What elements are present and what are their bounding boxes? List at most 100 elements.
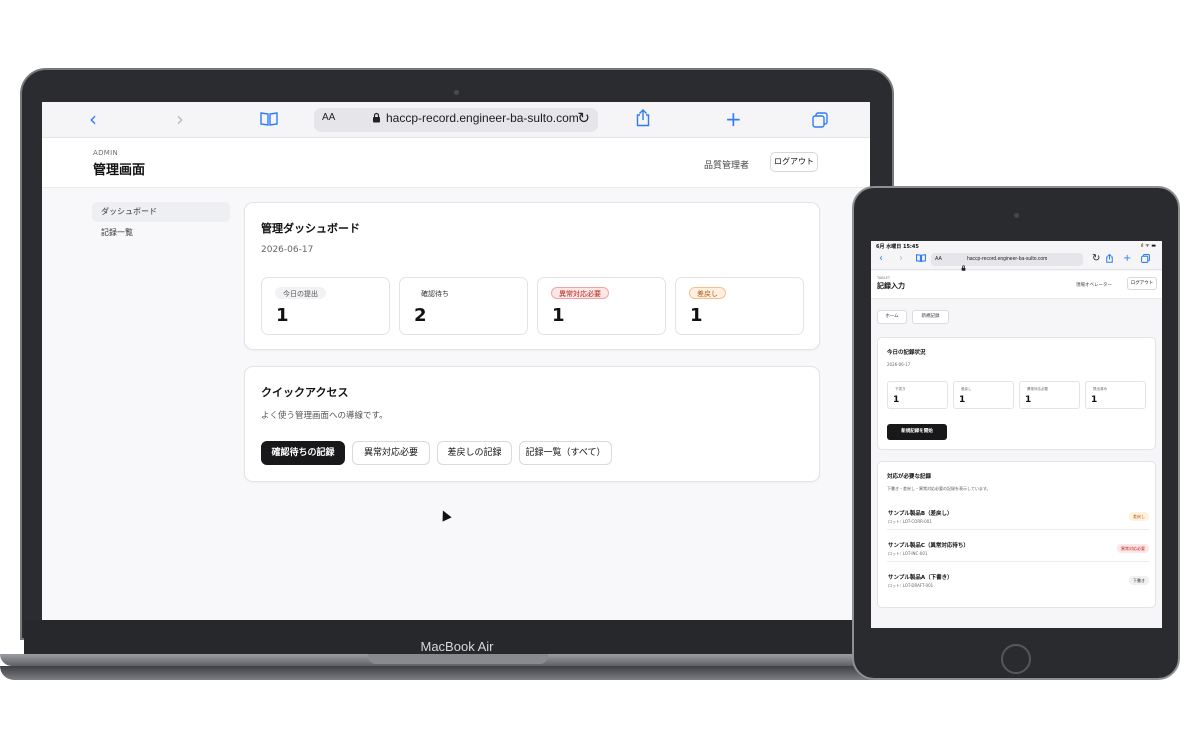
awaiting-review-button[interactable]: 確認待ちの記録 (261, 441, 345, 465)
tablet-header: TABLET 記録入力 現場オペレーター ログアウト (871, 271, 1162, 299)
pending-records-title: 対応が必要な記録 (887, 474, 932, 480)
back-icon[interactable]: ‹ (89, 107, 97, 131)
stat-value: 1 (893, 395, 900, 405)
stat-label: 異常対応必要 (1027, 387, 1048, 391)
status-badge: 異常対応必要 (1117, 544, 1149, 553)
header-eyebrow: TABLET (877, 276, 890, 280)
status-badge: 下書き (1129, 576, 1149, 585)
list-item[interactable]: サンプル製品B（差戻し） ロット: LOT-CORR-001 差戻し (887, 500, 1149, 530)
stat-today-submitted[interactable]: 今日の提出 1 (261, 277, 390, 335)
record-title: サンプル製品A（下書き） (888, 575, 953, 581)
quick-access-subtitle: よく使う管理画面への導線です。 (261, 411, 388, 421)
laptop-model-label: MacBook Air (420, 639, 494, 654)
share-icon[interactable] (1106, 253, 1113, 267)
laptop-hinge-notch (368, 654, 548, 664)
header-eyebrow: ADMIN (93, 149, 119, 157)
url-text: haccp-record.engineer-ba-sulto.com (967, 256, 1048, 262)
pending-records-subtitle: 下書き・差戻し・異常対応必要の記録を表示しています。 (887, 486, 991, 491)
stat-draft[interactable]: 下書き 1 (887, 381, 948, 409)
stat-label: 今日の提出 (275, 287, 326, 299)
forward-icon[interactable]: › (899, 253, 903, 265)
page-title: 管理画面 (93, 163, 146, 178)
quick-access-card: クイックアクセス よく使う管理画面への導線です。 確認待ちの記録 異常対応必要 … (244, 366, 820, 482)
stat-incident-required[interactable]: 異常対応必要 1 (1019, 381, 1080, 409)
record-title: サンプル製品C（異常対応待ち） (888, 543, 969, 549)
quick-access-title: クイックアクセス (261, 386, 349, 399)
status-time: 6月 水曜日 15:45 (876, 244, 919, 250)
reload-icon[interactable]: ↻ (1092, 253, 1100, 265)
stat-label: 確認待ち (413, 287, 457, 299)
back-icon[interactable]: ‹ (879, 253, 883, 265)
logout-button[interactable]: ログアウト (770, 152, 818, 172)
tablet-camera (1014, 213, 1019, 218)
tab-new-record[interactable]: 新規記録 (912, 310, 949, 324)
today-status-date: 2026-06-17 (887, 362, 911, 367)
forward-icon[interactable]: › (176, 107, 184, 131)
text-size-button[interactable]: AA (322, 112, 335, 123)
record-lot: ロット: LOT-DRAFT-001 (888, 583, 934, 588)
dashboard-date: 2026-06-17 (261, 245, 314, 255)
stat-returned[interactable]: 差戻し 1 (675, 277, 804, 335)
sidebar-item-records[interactable]: 記録一覧 (92, 223, 230, 243)
stat-value: 1 (690, 305, 703, 326)
incident-required-button[interactable]: 異常対応必要 (352, 441, 430, 465)
tablet-browser-toolbar: ‹ › AA haccp-record.engineer-ba-sulto.co… (871, 250, 1162, 271)
pending-records-card: 対応が必要な記録 下書き・差戻し・異常対応必要の記録を表示しています。 サンプル… (877, 461, 1156, 608)
bookmarks-icon[interactable] (916, 254, 926, 266)
laptop-foot (0, 666, 914, 680)
stat-returned[interactable]: 差戻し 1 (953, 381, 1014, 409)
list-item[interactable]: サンプル製品C（異常対応待ち） ロット: LOT-INC-001 異常対応必要 (887, 532, 1149, 562)
tab-home[interactable]: ホーム (877, 310, 907, 324)
stat-awaiting-review[interactable]: 確認待ち 2 (399, 277, 528, 335)
record-lot: ロット: LOT-CORR-001 (888, 519, 932, 524)
logout-button[interactable]: ログアウト (1127, 277, 1157, 290)
today-status-card: 今日の記録状況 2026-06-17 下書き 1 差戻し 1 異常対応必要 1 … (877, 337, 1156, 450)
stat-value: 1 (1091, 395, 1098, 405)
start-new-record-button[interactable]: 新規記録を開始 (887, 424, 947, 440)
reload-icon[interactable]: ↻ (577, 109, 590, 127)
address-bar[interactable]: AA haccp-record.engineer-ba-sulto.com (931, 253, 1083, 271)
stat-value: 1 (552, 305, 565, 326)
mouse-cursor-icon (438, 508, 452, 522)
stat-label: 下書き (895, 387, 906, 391)
bookmarks-icon[interactable] (260, 107, 278, 131)
device-mockup-stage: MacBook Air ‹ › AA haccp-record.engineer… (0, 0, 1200, 750)
lock-icon (372, 112, 381, 126)
text-size-button[interactable]: AA (935, 256, 942, 262)
sidebar-nav: ダッシュボード 記録一覧 (92, 202, 230, 244)
dashboard-title: 管理ダッシュボード (261, 222, 360, 235)
url-text: haccp-record.engineer-ba-sulto.com (386, 111, 579, 125)
page-title: 記録入力 (877, 282, 905, 290)
record-title: サンプル製品B（差戻し） (888, 511, 953, 517)
list-item[interactable]: サンプル製品A（下書き） ロット: LOT-DRAFT-001 下書き (887, 564, 1149, 594)
home-button[interactable] (1001, 644, 1031, 674)
new-tab-icon[interactable]: + (725, 107, 742, 131)
new-tab-icon[interactable]: + (1123, 253, 1131, 265)
stat-value: 1 (276, 305, 289, 326)
user-role: 品質管理者 (704, 161, 750, 171)
returned-records-button[interactable]: 差戻しの記録 (437, 441, 512, 465)
laptop-screen: ‹ › AA haccp-record.engineer-ba-sulto.co… (42, 102, 870, 620)
stat-label: 差戻し (961, 387, 972, 391)
stat-label: 提出済み (1093, 387, 1107, 391)
tabs-overview-icon[interactable] (1141, 254, 1150, 267)
stat-value: 1 (959, 395, 966, 405)
browser-toolbar: ‹ › AA haccp-record.engineer-ba-sulto.co… (42, 102, 870, 138)
today-status-title: 今日の記録状況 (887, 350, 926, 356)
dashboard-card: 管理ダッシュボード 2026-06-17 今日の提出 1 確認待ち 2 異常対応… (244, 202, 820, 350)
laptop-camera (454, 90, 459, 95)
user-role: 現場オペレーター (1076, 283, 1112, 288)
share-icon[interactable] (636, 108, 650, 132)
stat-incident-required[interactable]: 異常対応必要 1 (537, 277, 666, 335)
admin-header: ADMIN 管理画面 品質管理者 ログアウト (42, 138, 870, 188)
address-bar[interactable]: AA haccp-record.engineer-ba-sulto.com ↻ (314, 108, 598, 132)
record-lot: ロット: LOT-INC-001 (888, 551, 928, 556)
all-records-button[interactable]: 記録一覧（すべて） (519, 441, 612, 465)
status-badge: 差戻し (1129, 512, 1149, 521)
stat-submitted[interactable]: 提出済み 1 (1085, 381, 1146, 409)
stat-label: 差戻し (689, 287, 726, 299)
sidebar-item-dashboard[interactable]: ダッシュボード (92, 202, 230, 222)
stat-value: 2 (414, 305, 427, 326)
tabs-overview-icon[interactable] (812, 109, 828, 133)
stat-value: 1 (1025, 395, 1032, 405)
